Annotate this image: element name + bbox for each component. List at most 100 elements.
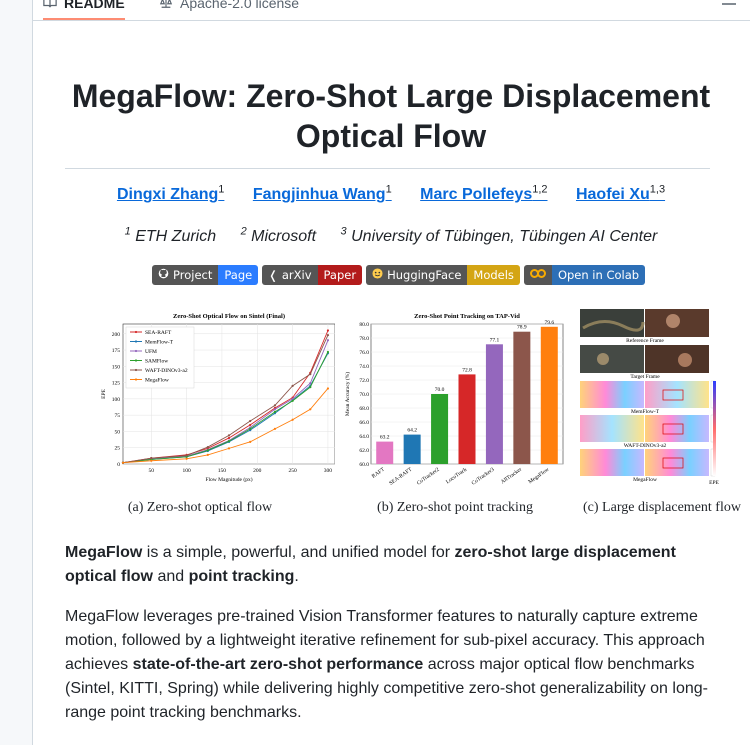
x-tick-label: MegaFlow bbox=[527, 467, 550, 486]
bar bbox=[403, 434, 421, 464]
legend-marker bbox=[134, 359, 138, 362]
y-tick-label: 74.0 bbox=[359, 364, 369, 370]
outline-menu-icon[interactable] bbox=[721, 0, 737, 6]
legend-label: MemFlow-T bbox=[145, 340, 174, 346]
legend-label: WAFT-DINOv3-a2 bbox=[145, 368, 188, 374]
author-link[interactable]: Dingxi Zhang1 bbox=[117, 184, 224, 203]
author-link[interactable]: Marc Pollefeys1,2 bbox=[420, 184, 547, 203]
x-tick-label: 50 bbox=[149, 468, 155, 474]
intro-paragraph: MegaFlow is a simple, powerful, and unif… bbox=[65, 544, 676, 585]
open-in-colab-badge[interactable]: Open in Colab bbox=[523, 265, 646, 285]
memflow-flow-maps bbox=[580, 380, 716, 409]
x-tick-label: CoTracker3 bbox=[471, 467, 496, 487]
legend-marker bbox=[134, 340, 138, 343]
x-tick-label: CoTracker2 bbox=[416, 467, 441, 487]
affiliation-list: 1 ETH Zurich 2 Microsoft 3 University of… bbox=[65, 226, 717, 246]
data-point bbox=[326, 339, 330, 342]
data-point bbox=[227, 447, 231, 450]
y-tick-label: 80.0 bbox=[359, 322, 369, 328]
affiliation: 3 University of Tübingen, Tübingen AI Ce… bbox=[340, 226, 658, 246]
data-point bbox=[309, 408, 312, 411]
data-point bbox=[291, 418, 294, 421]
tab-readme[interactable]: README bbox=[43, 0, 125, 20]
bar bbox=[513, 331, 531, 464]
arxiv-paper-badge[interactable]: ❬ arXiv Paper bbox=[262, 265, 363, 285]
huggingface-models-badge[interactable]: HuggingFace Models bbox=[366, 265, 520, 285]
bar bbox=[431, 394, 449, 464]
title-divider bbox=[65, 168, 710, 169]
data-point bbox=[273, 427, 277, 430]
bar bbox=[485, 344, 503, 464]
author-link[interactable]: Haofei Xu1,3 bbox=[576, 184, 665, 203]
y-tick-label: 0 bbox=[117, 462, 120, 468]
data-point bbox=[273, 410, 277, 414]
bar bbox=[458, 374, 476, 464]
y-tick-label: 150 bbox=[112, 364, 121, 370]
affiliation: 2 Microsoft bbox=[240, 226, 317, 246]
data-point bbox=[291, 397, 294, 400]
author-link[interactable]: Fangjinhua Wang1 bbox=[253, 184, 392, 203]
epe-colorbar bbox=[713, 381, 716, 476]
data-point bbox=[249, 419, 252, 423]
figure-large-displacement-flow: Reference Frame Target Frame MemFlow-T W… bbox=[573, 306, 750, 516]
data-point bbox=[309, 373, 312, 376]
y-tick-label: 100 bbox=[112, 397, 121, 403]
badge-row: Project Page ❬ arXiv Paper HuggingFace Mo… bbox=[152, 265, 646, 285]
data-point bbox=[206, 453, 209, 456]
data-point bbox=[227, 440, 231, 443]
y-tick-label: 75 bbox=[115, 413, 121, 419]
figure-caption: (c) Large displacement flow bbox=[583, 500, 741, 515]
legend-label: UFM bbox=[145, 349, 157, 355]
x-tick-label: 300 bbox=[324, 468, 333, 474]
data-point bbox=[121, 461, 125, 464]
y-tick-label: 76.0 bbox=[359, 350, 369, 356]
data-point bbox=[227, 434, 231, 437]
chart-title: Zero-Shot Optical Flow on Sintel (Final) bbox=[173, 313, 285, 320]
data-point bbox=[273, 404, 277, 407]
legend-label: SEA-RAFT bbox=[145, 330, 172, 336]
reference-frame-images bbox=[580, 309, 709, 337]
y-tick-label: 25 bbox=[115, 446, 121, 452]
legend-marker bbox=[134, 368, 138, 372]
bar-value-label: 77.1 bbox=[490, 337, 500, 343]
figure-zero-shot-optical-flow: Zero-Shot Optical Flow on Sintel (Final)… bbox=[65, 306, 336, 516]
data-point bbox=[326, 329, 330, 332]
bar bbox=[540, 326, 558, 464]
bar-value-label: 78.9 bbox=[517, 325, 527, 331]
legend-marker bbox=[134, 330, 138, 334]
y-tick-label: 66.0 bbox=[359, 420, 369, 426]
y-tick-label: 50 bbox=[115, 429, 121, 435]
y-axis-label: EPE bbox=[101, 388, 107, 398]
figure-caption: (a) Zero-shot optical flow bbox=[127, 500, 273, 515]
x-tick-label: RAFT bbox=[371, 466, 386, 479]
bar-value-label: 70.0 bbox=[435, 387, 445, 393]
author-list: Dingxi Zhang1 Fangjinhua Wang1 Marc Poll… bbox=[65, 184, 717, 204]
tab-license-label: Apache-2.0 license bbox=[180, 0, 300, 11]
data-point bbox=[150, 459, 153, 462]
colab-icon bbox=[529, 268, 546, 282]
waft-flow-maps bbox=[580, 414, 716, 443]
data-point bbox=[326, 387, 330, 390]
epe-label: EPE bbox=[709, 480, 719, 486]
chart-title: Zero-Shot Point Tracking on TAP-Vid bbox=[414, 313, 520, 320]
tab-license[interactable]: Apache-2.0 license bbox=[159, 0, 299, 18]
data-point bbox=[326, 333, 330, 337]
legend-label: SAMFlow bbox=[145, 359, 168, 365]
affiliation: 1 ETH Zurich bbox=[124, 226, 217, 246]
y-tick-label: 78.0 bbox=[359, 336, 369, 342]
project-page-badge[interactable]: Project Page bbox=[152, 265, 259, 285]
figure-caption: (b) Zero-shot point tracking bbox=[377, 500, 533, 515]
x-tick-label: AllTracker bbox=[500, 467, 523, 486]
x-tick-label: 250 bbox=[288, 468, 297, 474]
legend-marker bbox=[134, 378, 138, 381]
bar-value-label: 63.2 bbox=[380, 435, 390, 441]
bar-value-label: 79.6 bbox=[544, 320, 554, 326]
data-point bbox=[273, 408, 277, 411]
readme-tab-bar: README Apache-2.0 license bbox=[33, 0, 750, 21]
data-point bbox=[185, 454, 188, 457]
y-tick-label: 68.0 bbox=[359, 406, 369, 412]
legend-marker bbox=[134, 349, 138, 353]
huggingface-icon bbox=[372, 268, 383, 282]
y-tick-label: 64.0 bbox=[359, 434, 369, 440]
x-axis-label: Flow Magnitude (px) bbox=[205, 476, 252, 483]
